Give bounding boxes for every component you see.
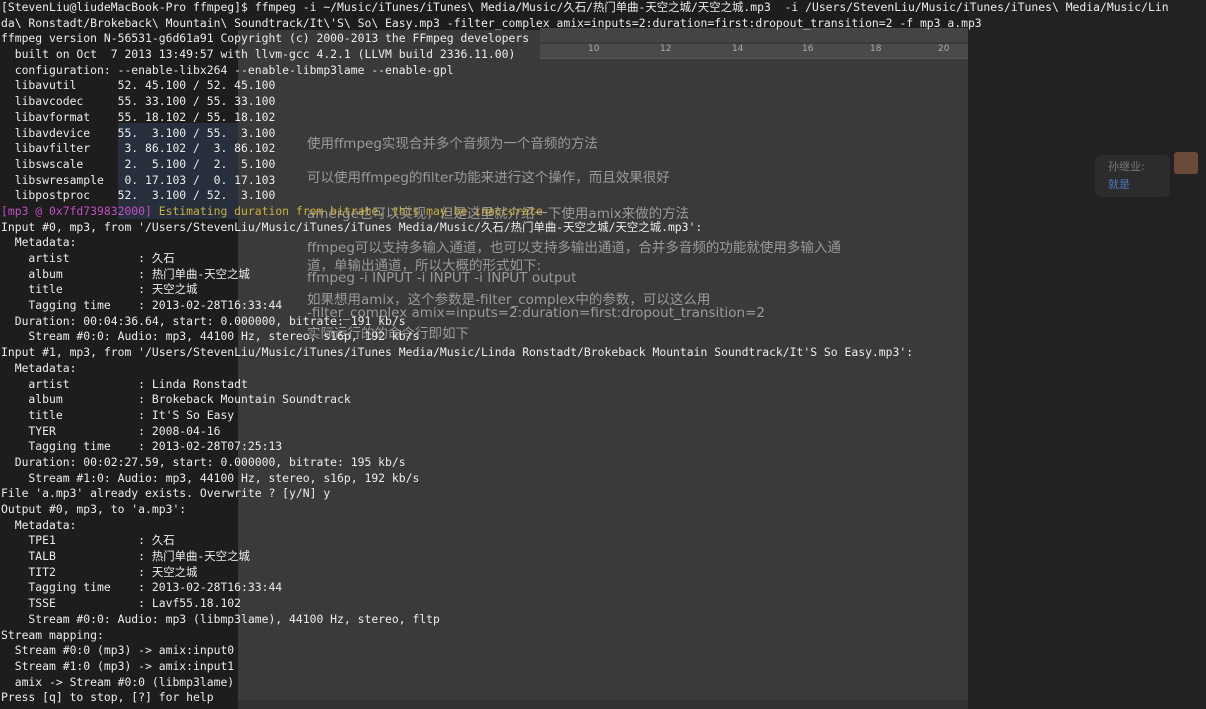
terminal-line: libswscale 2. 5.100 / 2. 5.100 [1, 156, 276, 171]
terminal-line: ffmpeg version N-56531-g6d61a91 Copyrigh… [1, 31, 530, 46]
terminal-line: TIT2 : 天空之城 [1, 564, 198, 579]
terminal-line: da\ Ronstadt/Brokeback\ Mountain\ Soundt… [1, 15, 982, 30]
terminal-line: Output #0, mp3, to 'a.mp3': [1, 502, 187, 516]
terminal-line: configuration: --enable-libx264 --enable… [1, 62, 454, 77]
terminal-line: Stream #1:0 (mp3) -> amix:input1 [1, 658, 235, 673]
terminal-line: File 'a.mp3' already exists. Overwrite ?… [1, 486, 331, 501]
warning-tag: [mp3 @ 0x7fd739832000] [1, 203, 152, 218]
terminal-line: Input #1, mp3, from '/Users/StevenLiu/Mu… [1, 345, 914, 360]
terminal-line: Press [q] to stop, [?] for help [1, 690, 214, 705]
warning-message: Estimating duration from bitrate, this m… [151, 203, 543, 218]
terminal-line: title : 天空之城 [1, 282, 198, 297]
terminal-line: libpostproc 52. 3.100 / 52. 3.100 [1, 188, 276, 203]
terminal-line: artist : 久石 [1, 251, 175, 265]
terminal-line: Stream #1:0: Audio: mp3, 44100 Hz, stere… [1, 470, 420, 485]
terminal-line: [StevenLiu@liudeMacBook-Pro ffmpeg]$ ffm… [1, 0, 1169, 14]
terminal-line: Metadata: [1, 517, 77, 532]
terminal-line: Input #0, mp3, from '/Users/StevenLiu/Mu… [1, 219, 703, 234]
terminal-line: TALB : 热门单曲-天空之城 [1, 549, 250, 564]
terminal-line: title : It'S So Easy [1, 407, 235, 422]
terminal-line: Stream #0:0: Audio: mp3, 44100 Hz, stere… [1, 329, 420, 344]
terminal-line: Metadata: [1, 235, 77, 250]
terminal-line: TSSE : Lavf55.18.102 [1, 596, 242, 611]
terminal-line: Tagging time : 2013-02-28T16:33:44 [1, 580, 283, 595]
terminal-line: libavformat 55. 18.102 / 55. 18.102 [1, 109, 276, 124]
terminal-line: Duration: 00:02:27.59, start: 0.000000, … [1, 454, 406, 469]
terminal-line: Stream #0:0 (mp3) -> amix:input0 [1, 643, 235, 658]
terminal-line: artist : Linda Ronstadt [1, 376, 248, 391]
terminal-line: libswresample 0. 17.103 / 0. 17.103 [1, 172, 276, 187]
terminal-line: album : Brokeback Mountain Soundtrack [1, 392, 351, 407]
terminal-line: libavcodec 55. 33.100 / 55. 33.100 [1, 94, 276, 109]
terminal-output[interactable]: [StevenLiu@liudeMacBook-Pro ffmpeg]$ ffm… [0, 0, 1206, 709]
terminal-line: TYER : 2008-04-16 [1, 423, 221, 438]
terminal-warning-line: [mp3 @ 0x7fd739832000] Estimating durati… [1, 204, 1206, 220]
terminal-line: album : 热门单曲-天空之城 [1, 266, 250, 281]
terminal-line: libavutil 52. 45.100 / 52. 45.100 [1, 78, 276, 93]
terminal-line: Tagging time : 2013-02-28T07:25:13 [1, 439, 283, 454]
terminal-line: amix -> Stream #0:0 (libmp3lame) [1, 674, 235, 689]
terminal-line: libavdevice 55. 3.100 / 55. 3.100 [1, 125, 276, 140]
terminal-line: Metadata: [1, 360, 77, 375]
terminal-line: Stream mapping: [1, 627, 104, 642]
terminal-line: Tagging time : 2013-02-28T16:33:44 [1, 298, 283, 313]
terminal-line: TPE1 : 久石 [1, 533, 175, 548]
terminal-line: built on Oct 7 2013 13:49:57 with llvm-g… [1, 47, 516, 62]
terminal-line: Stream #0:0: Audio: mp3 (libmp3lame), 44… [1, 611, 440, 626]
terminal-line: Duration: 00:04:36.64, start: 0.000000, … [1, 313, 406, 328]
terminal-line: libavfilter 3. 86.102 / 3. 86.102 [1, 141, 276, 156]
